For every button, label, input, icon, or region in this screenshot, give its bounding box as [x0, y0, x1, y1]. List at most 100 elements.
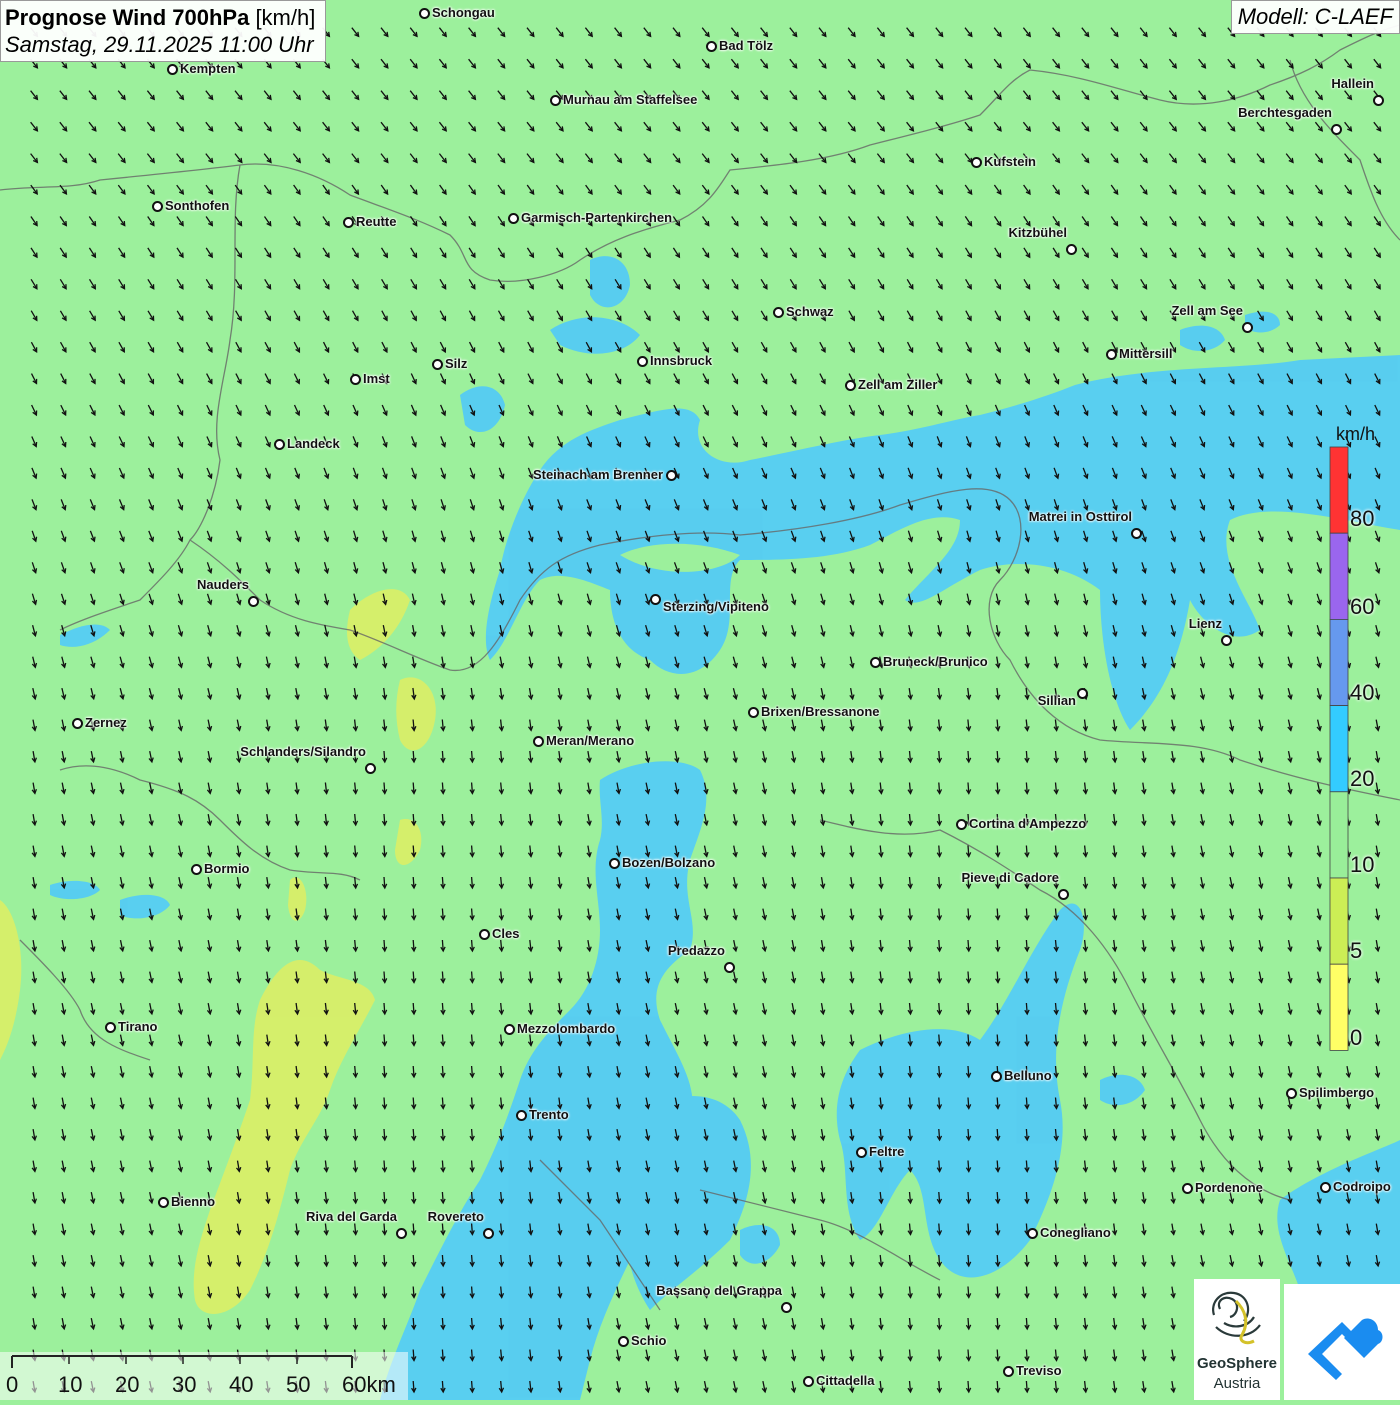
city-marker-silz[interactable] [432, 359, 443, 370]
city-marker-zernez[interactable] [72, 718, 83, 729]
city-marker-bienno[interactable] [158, 1197, 169, 1208]
city-marker-conegliano[interactable] [1027, 1228, 1038, 1239]
scale-label-50: 50 [286, 1372, 311, 1397]
legend-label-60: 60 [1350, 594, 1375, 619]
city-label-berchtesgaden: Berchtesgaden [1238, 105, 1332, 120]
city-label-pordenone: Pordenone [1195, 1180, 1263, 1195]
city-label-rovereto: Rovereto [427, 1209, 484, 1224]
city-marker-schlanders-silandro[interactable] [365, 763, 376, 774]
app-logo[interactable] [1284, 1284, 1400, 1400]
city-marker-bruneck-brunico[interactable] [870, 657, 881, 668]
city-label-feltre: Feltre [869, 1144, 905, 1159]
city-marker-sillian[interactable] [1077, 688, 1088, 699]
city-label-predazzo: Predazzo [667, 943, 725, 958]
city-marker-bormio[interactable] [191, 864, 202, 875]
city-marker-schongau[interactable] [419, 8, 430, 19]
city-marker-garmisch-partenkirchen[interactable] [508, 213, 519, 224]
city-label-mezzolombardo: Mezzolombardo [517, 1021, 616, 1036]
city-marker-kempten[interactable] [167, 64, 178, 75]
city-label-riva-del-garda: Riva del Garda [305, 1209, 397, 1224]
city-marker-predazzo[interactable] [724, 962, 735, 973]
city-label-sillian: Sillian [1037, 693, 1076, 708]
legend-swatch-4 [1329, 791, 1349, 879]
weather-app-icon [1308, 1318, 1383, 1380]
legend-unit: km/h [1336, 424, 1376, 444]
city-label-spilimbergo: Spilimbergo [1299, 1085, 1375, 1100]
legend-swatch-2 [1329, 619, 1349, 707]
model-label: Modell: C-LAEF [1230, 0, 1400, 34]
city-marker-feltre[interactable] [856, 1147, 867, 1158]
city-label-murnau-am-staffelsee: Murnau am Staffelsee [563, 92, 698, 107]
city-label-lienz: Lienz [1188, 616, 1222, 631]
title-box: Prognose Wind 700hPa [km/h] Samstag, 29.… [0, 0, 327, 62]
city-label-nauders: Nauders [196, 577, 249, 592]
city-marker-rovereto[interactable] [483, 1228, 494, 1239]
city-label-mittersill: Mittersill [1119, 346, 1173, 361]
city-label-trento: Trento [529, 1107, 569, 1122]
city-marker-bozen-bolzano[interactable] [609, 858, 620, 869]
city-marker-kitzb-hel[interactable] [1066, 244, 1077, 255]
city-marker-zell-am-ziller[interactable] [845, 380, 856, 391]
title-main: Prognose Wind 700hPa [5, 5, 250, 30]
legend-swatch-5 [1329, 877, 1349, 965]
city-marker-bad-t-lz[interactable] [706, 41, 717, 52]
city-marker-sterzing-vipiteno[interactable] [650, 594, 661, 605]
legend-colorbar [1329, 446, 1349, 1051]
city-label-kitzb-hel: Kitzbühel [1008, 225, 1068, 240]
city-marker-landeck[interactable] [274, 439, 285, 450]
city-marker-schio[interactable] [618, 1336, 629, 1347]
city-marker-lienz[interactable] [1221, 635, 1232, 646]
city-label-schlanders-silandro: Schlanders/Silandro [240, 744, 366, 759]
scale-label-10: 10 [58, 1372, 83, 1397]
city-marker-belluno[interactable] [991, 1071, 1002, 1082]
city-marker-zell-am-see[interactable] [1242, 322, 1253, 333]
city-marker-mezzolombardo[interactable] [504, 1024, 515, 1035]
city-marker-reutte[interactable] [343, 217, 354, 228]
city-marker-treviso[interactable] [1003, 1366, 1014, 1377]
city-marker-cortina-d-ampezzo[interactable] [956, 819, 967, 830]
city-label-cles: Cles [492, 926, 520, 941]
city-label-sonthofen: Sonthofen [165, 198, 230, 213]
city-marker-meran-merano[interactable] [533, 736, 544, 747]
city-marker-spilimbergo[interactable] [1286, 1088, 1297, 1099]
geosphere-swirl-icon [1212, 1291, 1261, 1345]
city-marker-trento[interactable] [516, 1110, 527, 1121]
legend-label-40: 40 [1350, 680, 1375, 705]
city-marker-schwaz[interactable] [773, 307, 784, 318]
city-marker-mittersill[interactable] [1106, 349, 1117, 360]
city-marker-kufstein[interactable] [971, 157, 982, 168]
geosphere-logo[interactable]: GeoSphere Austria [1194, 1279, 1280, 1400]
city-marker-berchtesgaden[interactable] [1331, 124, 1342, 135]
city-marker-brixen-bressanone[interactable] [748, 707, 759, 718]
city-marker-sonthofen[interactable] [152, 201, 163, 212]
city-marker-steinach-am-brenner[interactable] [666, 470, 677, 481]
legend-swatch-1 [1329, 532, 1349, 620]
city-marker-cles[interactable] [479, 929, 490, 940]
city-label-treviso: Treviso [1016, 1363, 1062, 1378]
city-label-brixen-bressanone: Brixen/Bressanone [761, 704, 880, 719]
logo-text-geosphere: GeoSphere [1196, 1355, 1278, 1372]
legend-label-5: 5 [1350, 938, 1363, 963]
city-marker-nauders[interactable] [248, 596, 259, 607]
city-marker-pordenone[interactable] [1182, 1183, 1193, 1194]
city-marker-codroipo[interactable] [1320, 1182, 1331, 1193]
city-marker-murnau-am-staffelsee[interactable] [550, 95, 561, 106]
city-label-matrei-in-osttirol: Matrei in Osttirol [1028, 509, 1132, 524]
city-label-cortina-d-ampezzo: Cortina d'Ampezzo [969, 816, 1087, 831]
city-label-steinach-am-brenner: Steinach am Brenner [532, 467, 663, 482]
city-marker-riva-del-garda[interactable] [396, 1228, 407, 1239]
city-marker-tirano[interactable] [105, 1022, 116, 1033]
city-label-landeck: Landeck [287, 436, 340, 451]
city-marker-innsbruck[interactable] [637, 356, 648, 367]
city-label-bozen-bolzano: Bozen/Bolzano [622, 855, 716, 870]
city-label-bassano-del-grappa: Bassano del Grappa [656, 1283, 782, 1298]
city-marker-imst[interactable] [350, 374, 361, 385]
city-marker-bassano-del-grappa[interactable] [781, 1302, 792, 1313]
city-marker-cittadella[interactable] [803, 1376, 814, 1387]
scale-label-60km: 60km [342, 1372, 396, 1397]
city-marker-pieve-di-cadore[interactable] [1058, 889, 1069, 900]
legend-label-80: 80 [1350, 506, 1375, 531]
city-marker-matrei-in-osttirol[interactable] [1131, 528, 1142, 539]
city-marker-hallein[interactable] [1373, 95, 1384, 106]
city-label-schongau: Schongau [432, 5, 495, 20]
